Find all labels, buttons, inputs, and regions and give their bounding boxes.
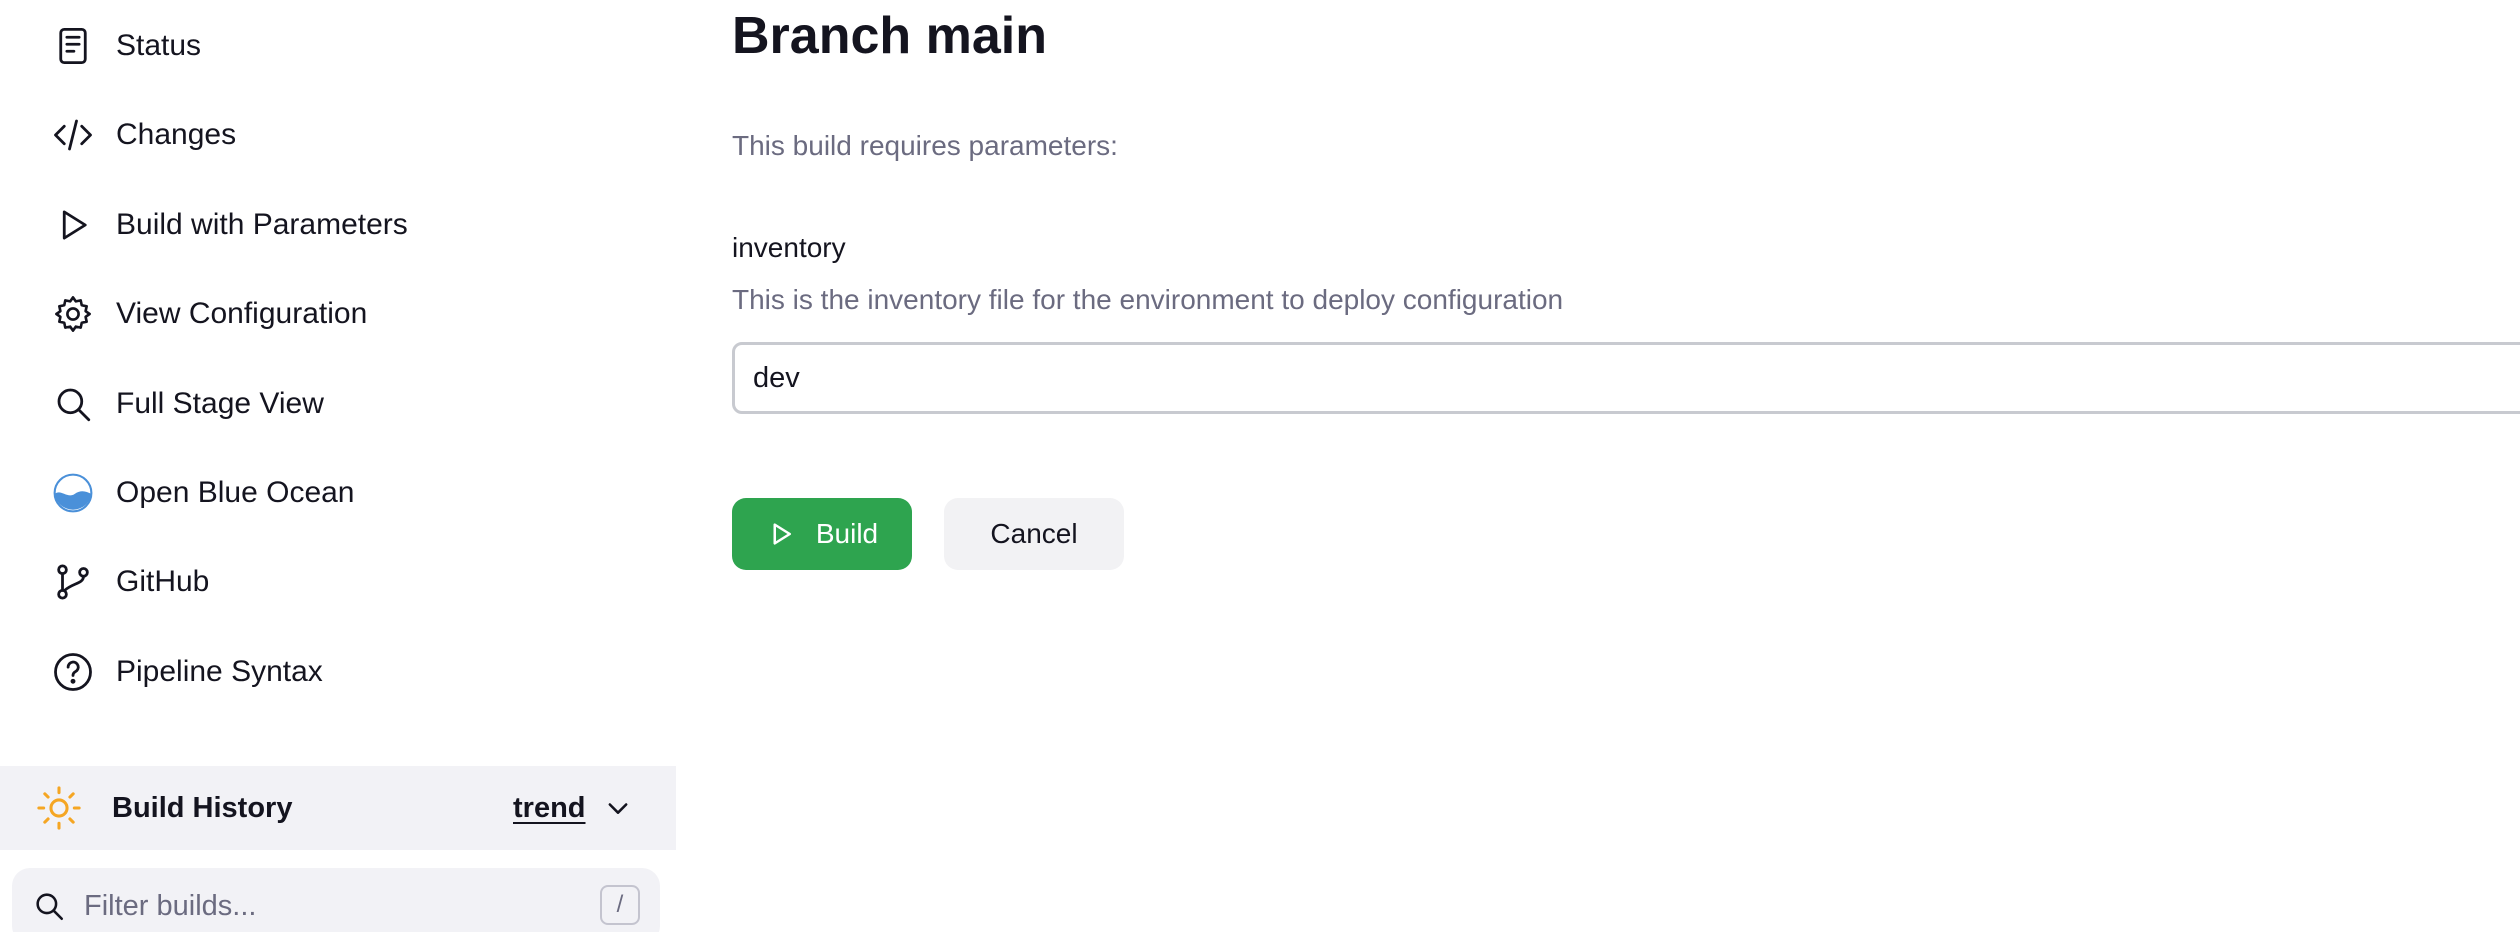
cancel-button-label: Cancel [990, 518, 1078, 549]
sidebar-item-label: Pipeline Syntax [116, 655, 323, 688]
code-icon [40, 111, 108, 159]
sidebar-item-status[interactable]: Status [40, 10, 640, 82]
sun-icon [37, 786, 81, 830]
chevron-down-icon[interactable] [604, 794, 632, 822]
build-history-header: Build History trend [0, 766, 676, 850]
sidebar: Status Changes Build with Parameters Vie… [0, 0, 676, 932]
parameter-description: This is the inventory file for the envir… [732, 284, 1564, 315]
sidebar-item-github[interactable]: GitHub [40, 546, 640, 618]
sidebar-item-pipeline-syntax[interactable]: Pipeline Syntax [40, 636, 640, 708]
sidebar-item-label: Full Stage View [116, 387, 324, 420]
build-button[interactable]: Build [732, 498, 912, 570]
trend-link[interactable]: trend [513, 792, 586, 825]
inventory-input[interactable] [732, 342, 2520, 414]
filter-builds-input[interactable] [82, 888, 566, 924]
sidebar-item-build-with-parameters[interactable]: Build with Parameters [40, 189, 640, 261]
play-icon [40, 201, 108, 249]
sidebar-item-label: GitHub [116, 565, 210, 598]
document-icon [40, 22, 108, 70]
search-icon [40, 380, 108, 428]
page: Status Changes Build with Parameters Vie… [0, 0, 2520, 932]
git-branch-icon [40, 558, 108, 606]
build-button-label: Build [815, 518, 879, 549]
sidebar-item-label: Open Blue Ocean [116, 476, 355, 509]
play-icon [773, 523, 791, 545]
blue-ocean-icon [40, 469, 108, 517]
page-title: Branch main [732, 7, 1047, 65]
main-content: Branch main This build requires paramete… [732, 0, 2520, 932]
sidebar-item-label: Changes [116, 118, 237, 151]
help-icon [40, 648, 108, 696]
sidebar-item-label: Build with Parameters [116, 208, 408, 241]
requires-parameters-text: This build requires parameters: [732, 130, 1118, 161]
build-history-title: Build History [112, 791, 293, 824]
search-icon [36, 893, 64, 921]
parameter-name: inventory [732, 232, 846, 263]
cancel-button[interactable]: Cancel [944, 498, 1124, 570]
sidebar-item-label: View Configuration [116, 297, 368, 330]
sidebar-item-label: Status [116, 29, 202, 62]
sidebar-item-view-configuration[interactable]: View Configuration [40, 278, 640, 350]
keyboard-shortcut-hint: / [600, 885, 640, 925]
filter-builds-box: / [12, 868, 660, 932]
gear-icon [40, 290, 108, 338]
sidebar-item-full-stage-view[interactable]: Full Stage View [40, 368, 640, 440]
sidebar-item-changes[interactable]: Changes [40, 99, 640, 171]
sidebar-item-open-blue-ocean[interactable]: Open Blue Ocean [40, 457, 640, 529]
